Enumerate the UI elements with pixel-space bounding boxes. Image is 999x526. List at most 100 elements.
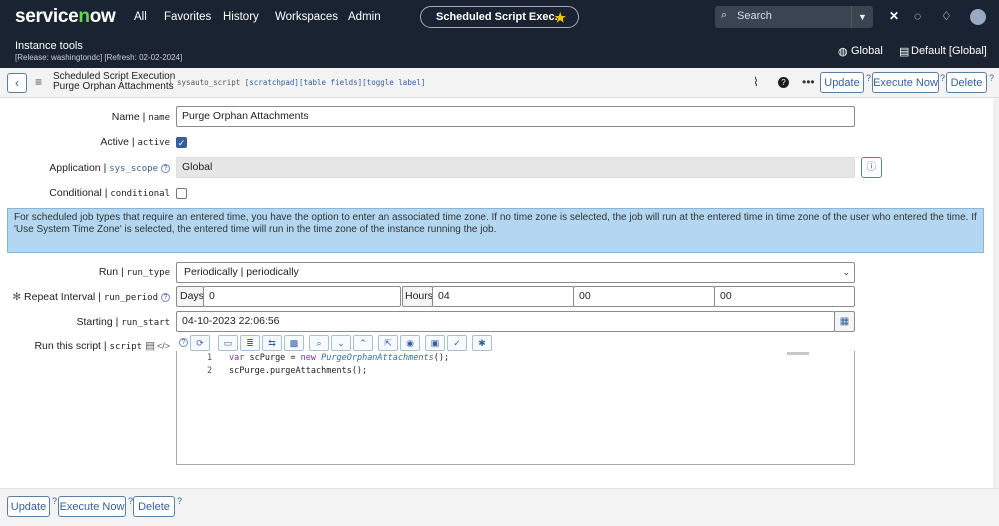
delete-button[interactable]: Delete [946,72,987,93]
nav-admin[interactable]: Admin [348,11,381,23]
code-line: var scPurge = new PurgeOrphanAttachments… [229,353,450,363]
pill-title: Scheduled Script Exec... [436,11,564,23]
code-line: scPurge.purgeAttachments(); [229,366,368,376]
globe-icon: ◍ [838,46,848,58]
replace-all-icon[interactable]: ▩ [284,335,304,351]
instance-title: Instance tools [15,40,83,52]
attachment-icon[interactable]: ⌇ [753,75,759,89]
nav-favorites[interactable]: Favorites [164,11,211,23]
script-label: Run this script | script ▤ </> [34,340,170,352]
update-button[interactable]: Update [820,72,864,93]
search-icon[interactable]: ⌕ [309,335,329,351]
script-help-icon[interactable]: ? [179,338,188,347]
starting-label: Starting | run_start [76,316,170,328]
record-header: ‹ ≡ Scheduled Script Execution Purge Orp… [0,68,999,98]
update-help-icon[interactable]: ? [866,73,871,83]
days-label: Days [176,286,204,307]
nav-all[interactable]: All [134,11,147,23]
chat-icon[interactable]: ◌ [914,9,921,23]
back-button[interactable]: ‹ [7,73,27,93]
minutes-input[interactable]: 00 [573,286,715,307]
active-checkbox[interactable]: ✓ [176,137,187,148]
conditional-label: Conditional | conditional [49,187,170,199]
search-input[interactable]: Search [737,10,772,22]
info-icon[interactable]: ⓘ [861,157,882,178]
footer-execute-now-button[interactable]: Execute Now [58,496,126,517]
page-scrollbar[interactable] [993,98,999,488]
days-input[interactable]: 0 [203,286,401,307]
help-icon[interactable]: ◉ [400,335,420,351]
table-name: | sysauto_script [168,78,241,87]
script-toolbar: ⟳ ▭ ≣ ⇆ ▩ ⌕ ⌄ ⌃ ⇱ ◉ ▣ ✓ ✱ [190,335,494,351]
nav-workspaces[interactable]: Workspaces [275,11,338,23]
scratchpad-link[interactable]: [scratchpad] [245,78,299,87]
hours-input[interactable]: 04 [432,286,574,307]
update-set-icon: ▤ [899,46,910,58]
top-navigation: servicenow All Favorites History Workspa… [0,0,999,34]
name-input[interactable]: Purge Orphan Attachments [176,106,855,127]
run-label: Run | run_type [98,266,170,278]
toggle-label-link[interactable]: [toggle label] [362,78,425,87]
mandatory-icon: ✻ [12,291,25,303]
release-info: [Release: washingtondc] [Refresh: 02-02-… [15,53,183,62]
table-fields-link[interactable]: [table fields] [299,78,362,87]
timezone-info-message: For scheduled job types that require an … [7,208,984,253]
nav-history[interactable]: History [223,11,259,23]
conditional-checkbox[interactable] [176,188,187,199]
check-syntax-icon[interactable]: ✓ [447,335,467,351]
fullscreen-icon[interactable]: ⇱ [378,335,398,351]
repeat-interval-label: ✻ Repeat Interval | run_period? [12,291,170,303]
instance-header: Instance tools [Release: washingtondc] [… [0,34,999,68]
menu-icon[interactable]: ≡ [35,75,42,89]
global-search[interactable]: ⌕ Search ▼ [715,6,873,28]
script-save-icon[interactable]: ▤ [145,340,155,352]
debug-icon[interactable]: ✱ [472,335,492,351]
current-page-pill[interactable]: Scheduled Script Exec... ★ [420,6,579,28]
help-icon[interactable]: ? [778,77,789,88]
run-type-select[interactable]: Periodically | periodically ⌄ [176,262,855,283]
footer-update-button[interactable]: Update [7,496,50,517]
seconds-input[interactable]: 00 [714,286,855,307]
footer-delete-button[interactable]: Delete [133,496,175,517]
avatar[interactable] [970,9,986,25]
name-label: Name | name [111,111,170,123]
line-number: 1 [207,353,213,363]
delete-help-icon[interactable]: ? [989,73,994,83]
search-icon: ⌕ [721,9,728,21]
replace-icon[interactable]: ⇆ [262,335,282,351]
save-icon[interactable]: ▣ [425,335,445,351]
execute-now-button[interactable]: Execute Now [872,72,939,93]
footer-update-help-icon[interactable]: ? [52,496,57,506]
chevron-down-icon[interactable]: ▼ [851,6,873,28]
close-icon[interactable]: ✕ [889,9,899,23]
line-number: 2 [207,366,213,376]
run-type-value: Periodically | periodically [184,266,299,278]
application-field: Global [176,157,855,178]
format-icon[interactable]: ≣ [240,335,260,351]
footer-delete-help-icon[interactable]: ? [177,496,182,506]
chevron-down-icon[interactable]: ⌄ [842,263,850,282]
more-options-icon[interactable]: ••• [802,75,815,89]
record-form: Name | name Purge Orphan Attachments Act… [0,98,999,488]
servicenow-logo[interactable]: servicenow [15,6,116,28]
star-icon[interactable]: ★ [554,10,566,26]
form-footer: Update ? Execute Now ? Delete ? [0,488,999,526]
find-prev-icon[interactable]: ⌃ [353,335,373,351]
code-icon[interactable]: </> [157,341,170,351]
starting-input[interactable]: 04-10-2023 22:06:56 [176,311,835,332]
find-next-icon[interactable]: ⌄ [331,335,351,351]
application-help-icon[interactable]: ? [161,163,170,173]
record-meta: | sysauto_script [scratchpad][table fiel… [168,78,425,87]
script-editor[interactable]: 1 var scPurge = new PurgeOrphanAttachmen… [176,351,855,465]
execute-help-icon[interactable]: ? [940,73,945,83]
update-set-picker[interactable]: Default [Global] [911,45,987,57]
calendar-icon[interactable]: ▦ [834,311,855,332]
bell-icon[interactable]: ♢ [941,9,952,23]
comment-icon[interactable]: ▭ [218,335,238,351]
record-name: Purge Orphan Attachments [53,81,174,92]
repeat-help-icon[interactable]: ? [161,292,170,302]
scope-picker[interactable]: Global [851,45,883,57]
active-label: Active | active [100,136,170,148]
application-label: Application | sys_scope? [49,162,170,174]
toggle-syntax-icon[interactable]: ⟳ [190,335,210,351]
